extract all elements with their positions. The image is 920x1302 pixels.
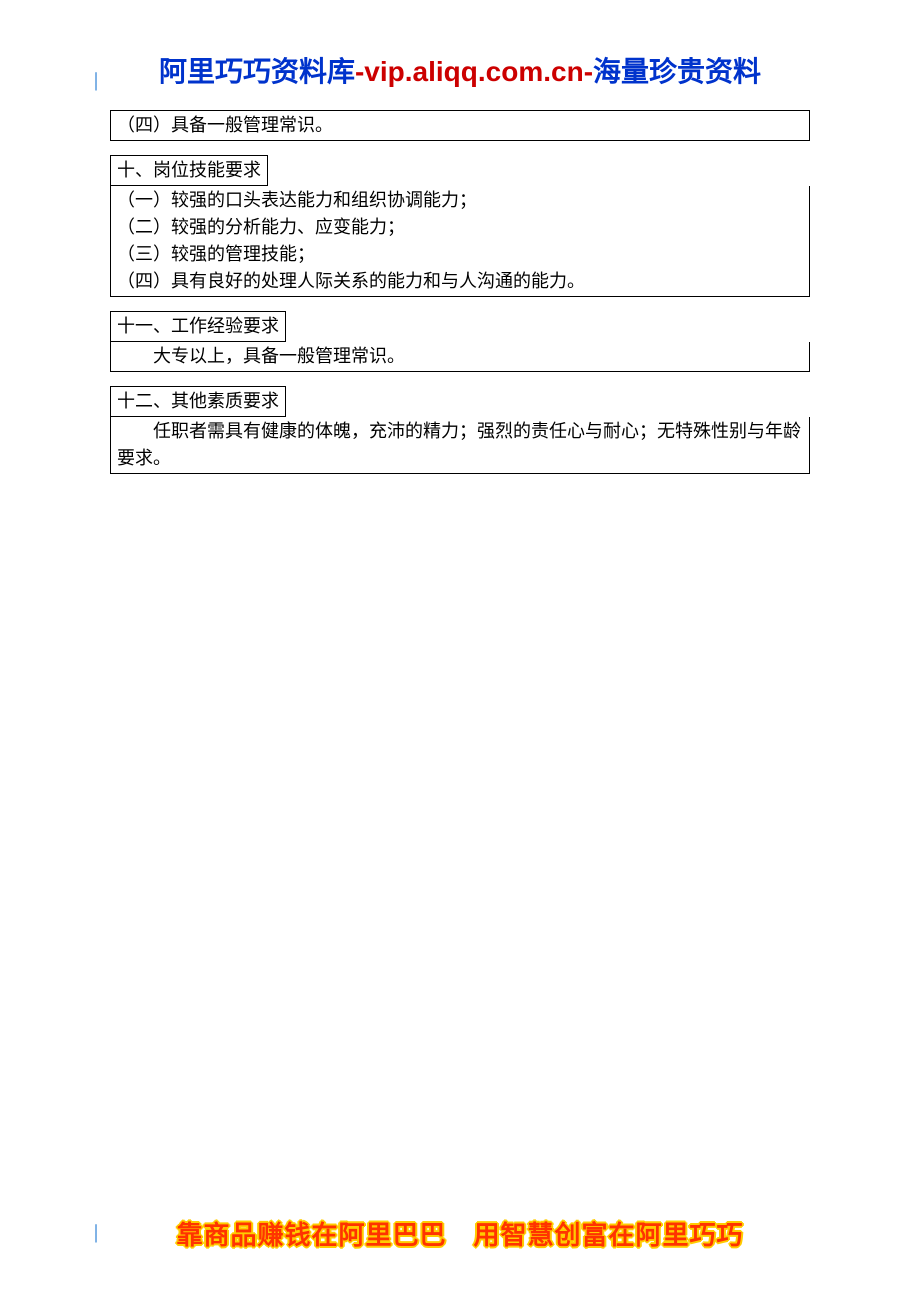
header-part3: 海量珍贵资料 [593, 56, 761, 87]
section-10-line-2: （二）较强的分析能力、应变能力； [117, 214, 803, 241]
footer-text: 靠商品赚钱在阿里巴巴 用智慧创富在阿里巧巧 [176, 1220, 743, 1250]
section-11-title: 十一、工作经验要求 [110, 311, 286, 342]
top-section: （四）具备一般管理常识。 [110, 110, 810, 141]
section-10: 十、岗位技能要求 （一）较强的口头表达能力和组织协调能力； （二）较强的分析能力… [110, 155, 810, 297]
header-part1: 阿里巧巧资料库 [159, 56, 355, 87]
section-10-line-3: （三）较强的管理技能； [117, 241, 803, 268]
section-11-text: 大专以上，具备一般管理常识。 [117, 343, 803, 370]
section-10-line-1: （一）较强的口头表达能力和组织协调能力； [117, 187, 803, 214]
section-12-title: 十二、其他素质要求 [110, 386, 286, 417]
section-10-body: （一）较强的口头表达能力和组织协调能力； （二）较强的分析能力、应变能力； （三… [110, 186, 810, 297]
section-12: 十二、其他素质要求 任职者需具有健康的体魄，充沛的精力；强烈的责任心与耐心；无特… [110, 386, 810, 474]
section-12-text: 任职者需具有健康的体魄，充沛的精力；强烈的责任心与耐心；无特殊性别与年龄要求。 [117, 418, 803, 472]
header-part2: vip.aliqq.com.cn [364, 56, 583, 87]
page-content: 阿里巧巧资料库-vip.aliqq.com.cn-海量珍贵资料 （四）具备一般管… [0, 0, 920, 474]
section-11-body: 大专以上，具备一般管理常识。 [110, 342, 810, 372]
section-10-title: 十、岗位技能要求 [110, 155, 268, 186]
top-box-line: （四）具备一般管理常识。 [110, 110, 810, 141]
header-dash1: - [355, 56, 364, 87]
footer-banner: 靠商品赚钱在阿里巴巴 用智慧创富在阿里巧巧 [0, 1215, 920, 1252]
header-dash2: - [584, 56, 593, 87]
section-11: 十一、工作经验要求 大专以上，具备一般管理常识。 [110, 311, 810, 372]
header-banner: 阿里巧巧资料库-vip.aliqq.com.cn-海量珍贵资料 [110, 50, 810, 90]
section-12-body: 任职者需具有健康的体魄，充沛的精力；强烈的责任心与耐心；无特殊性别与年龄要求。 [110, 417, 810, 474]
section-10-line-4: （四）具有良好的处理人际关系的能力和与人沟通的能力。 [117, 268, 803, 295]
